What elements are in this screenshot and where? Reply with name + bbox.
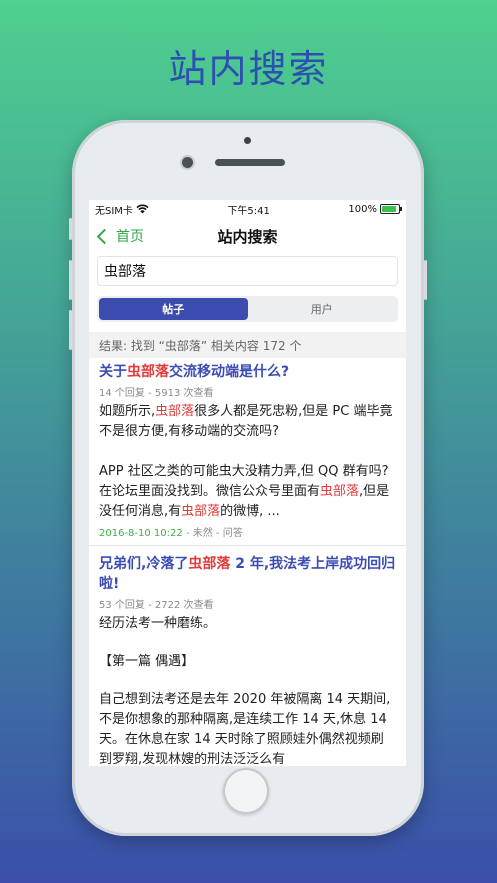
page-title: 站内搜索 (217, 227, 278, 246)
search-input-value: 虫部落 (104, 264, 146, 280)
title-text: 关于 (99, 364, 127, 380)
excerpt-highlight: 虫部落 (155, 404, 195, 419)
title-text: 交流移动端是什么? (169, 364, 290, 380)
mute-switch (69, 218, 72, 240)
volume-down-button (69, 310, 72, 350)
chevron-left-icon (96, 228, 113, 244)
promo-headline: 站内搜索 (168, 47, 329, 91)
post-title[interactable]: 关于虫部落交流移动端是什么? (99, 362, 396, 382)
post-stats: 53 个回复 - 2722 次查看 (99, 600, 214, 611)
meta-separator: - (185, 528, 193, 539)
post-excerpt: 经历法考一种磨练。 (99, 616, 217, 631)
front-camera-icon (182, 157, 193, 168)
tab-posts[interactable]: 帖子 (99, 298, 248, 320)
home-button[interactable] (223, 768, 269, 814)
title-highlight: 虫部落 (127, 364, 169, 380)
list-item[interactable]: 兄弟们,冷落了虫部落 2 年,我法考上岸成功回归啦! 53 个回复 - 2722… (89, 546, 406, 766)
meta-separator: - (215, 528, 223, 539)
status-bar: 无SIM卡 下午5:41 100% (89, 200, 406, 218)
list-item[interactable]: 关于虫部落交流移动端是什么? 14 个回复 - 5913 次查看 如题所示,虫部… (89, 358, 406, 546)
clock: 下午5:41 (227, 205, 270, 217)
back-label: 首页 (116, 229, 144, 245)
post-meta: 2016-8-10 10:22 - 未然 - 问答 (99, 524, 396, 539)
wifi-icon (136, 204, 149, 214)
post-stats: 14 个回复 - 5913 次查看 (99, 388, 214, 399)
search-input[interactable]: 虫部落 (97, 256, 398, 286)
battery-percent: 100% (348, 203, 377, 215)
excerpt-highlight: 虫部落 (320, 484, 360, 499)
title-highlight: 虫部落 (188, 556, 231, 572)
app-screen: 无SIM卡 下午5:41 100% 首页 站内搜索 虫部落 帖子 用户 结果: … (89, 200, 406, 766)
post-excerpt: 【第一篇 偶遇】 (99, 654, 195, 669)
carrier-label: 无SIM卡 (95, 205, 133, 217)
result-summary: 结果: 找到 “虫部落” 相关内容 172 个 (89, 332, 406, 358)
earpiece-speaker (215, 159, 285, 166)
post-excerpt: 自己想到法考还是去年 2020 年被隔离 14 天期间,不是你想象的那种隔离,是… (99, 692, 391, 766)
excerpt-text: 如题所示, (99, 404, 156, 419)
battery-icon (380, 204, 402, 214)
excerpt-text: 的微博, ... (220, 504, 280, 519)
post-excerpt: 如题所示,虫部落很多人都是死忠粉,但是 PC 端毕竟不是很方便,有移动端的交流吗… (99, 402, 396, 442)
back-button[interactable]: 首页 (95, 226, 144, 246)
title-text: 兄弟们,冷落了 (99, 556, 189, 572)
power-button (424, 260, 427, 300)
nav-bar: 首页 站内搜索 (89, 218, 406, 254)
excerpt-highlight: 虫部落 (181, 504, 221, 519)
post-excerpt: APP 社区之类的可能虫大没精力弄,但 QQ 群有吗?在论坛里面没找到。微信公众… (99, 462, 396, 522)
phone-frame: 无SIM卡 下午5:41 100% 首页 站内搜索 虫部落 帖子 用户 结果: … (69, 120, 427, 836)
volume-up-button (69, 260, 72, 300)
tab-users[interactable]: 用户 (248, 298, 397, 320)
post-author[interactable]: 未然 (193, 528, 213, 539)
proximity-sensor (244, 137, 251, 144)
post-title[interactable]: 兄弟们,冷落了虫部落 2 年,我法考上岸成功回归啦! (99, 554, 396, 594)
post-category[interactable]: 问答 (223, 528, 243, 539)
segmented-control: 帖子 用户 (97, 296, 398, 322)
post-date: 2016-8-10 10:22 (99, 528, 183, 539)
